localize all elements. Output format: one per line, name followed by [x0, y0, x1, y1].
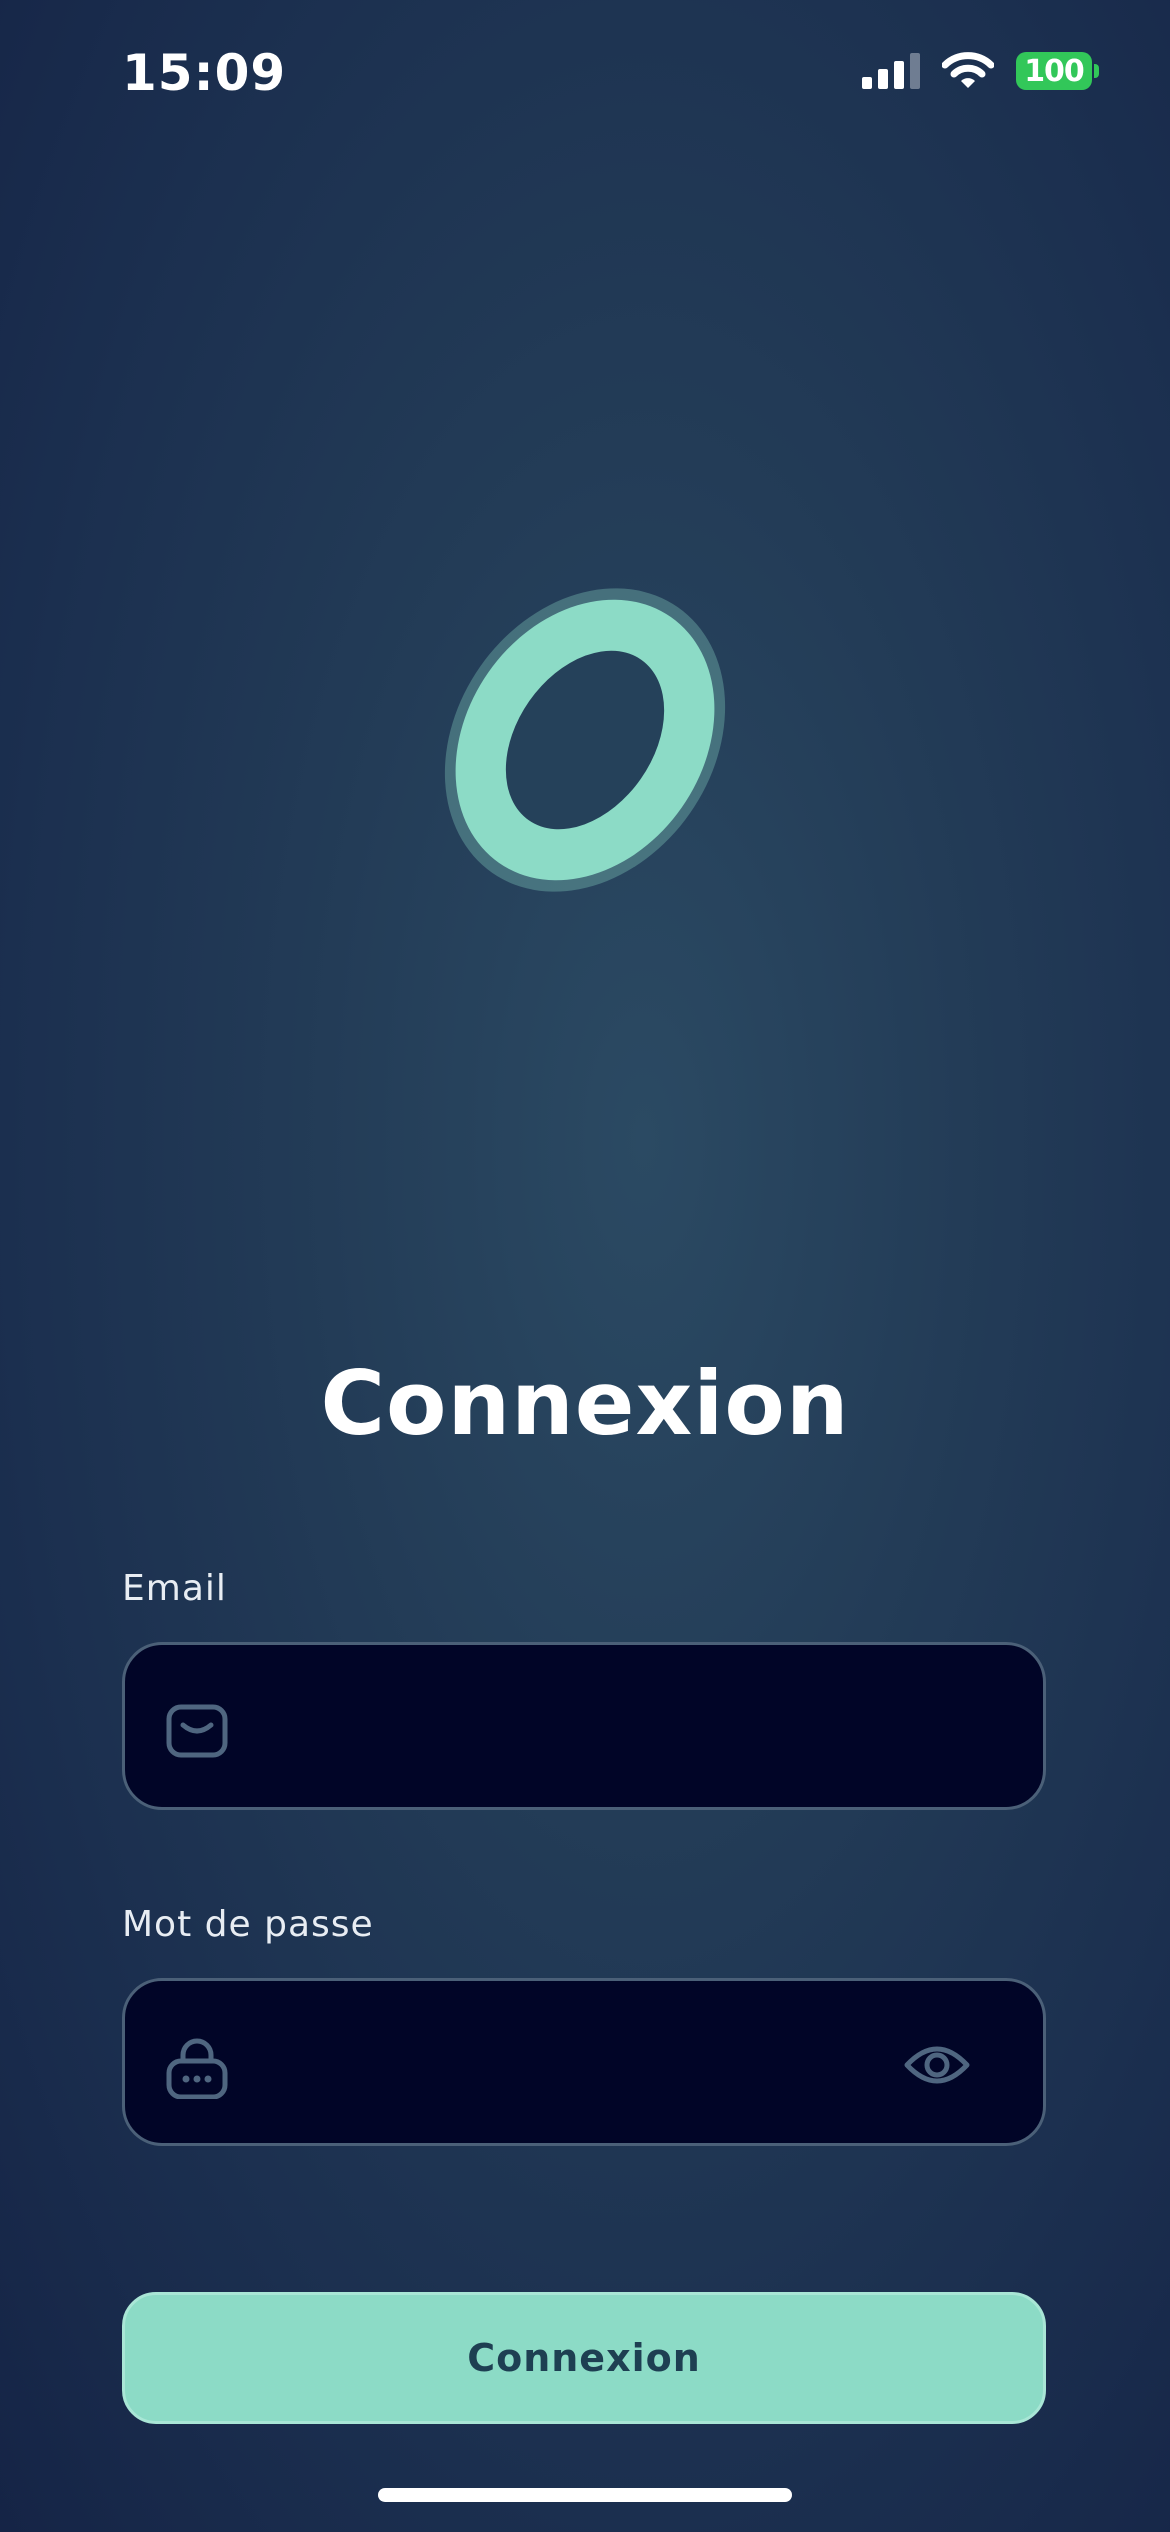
email-input[interactable] — [255, 1645, 893, 1807]
battery-level: 100 — [1024, 53, 1085, 89]
mail-icon — [166, 1704, 228, 1758]
eye-icon[interactable] — [903, 2035, 971, 2095]
password-input[interactable] — [255, 1981, 893, 2143]
cellular-signal-icon — [862, 53, 920, 89]
battery-icon: 100 — [1016, 52, 1099, 90]
login-button[interactable]: Connexion — [122, 2292, 1046, 2424]
status-time: 15:09 — [122, 44, 287, 102]
lock-icon — [166, 2038, 228, 2099]
battery-tip — [1094, 64, 1099, 78]
email-label: Email — [122, 1568, 227, 1609]
home-indicator[interactable] — [378, 2488, 792, 2502]
status-icons: 100 — [862, 52, 1099, 90]
password-label: Mot de passe — [122, 1904, 374, 1945]
wifi-icon — [942, 52, 994, 88]
email-field-container[interactable] — [122, 1642, 1046, 1810]
app-logo-ring-icon — [444, 588, 726, 892]
page-title: Connexion — [320, 1352, 850, 1455]
password-field-container[interactable] — [122, 1978, 1046, 2146]
